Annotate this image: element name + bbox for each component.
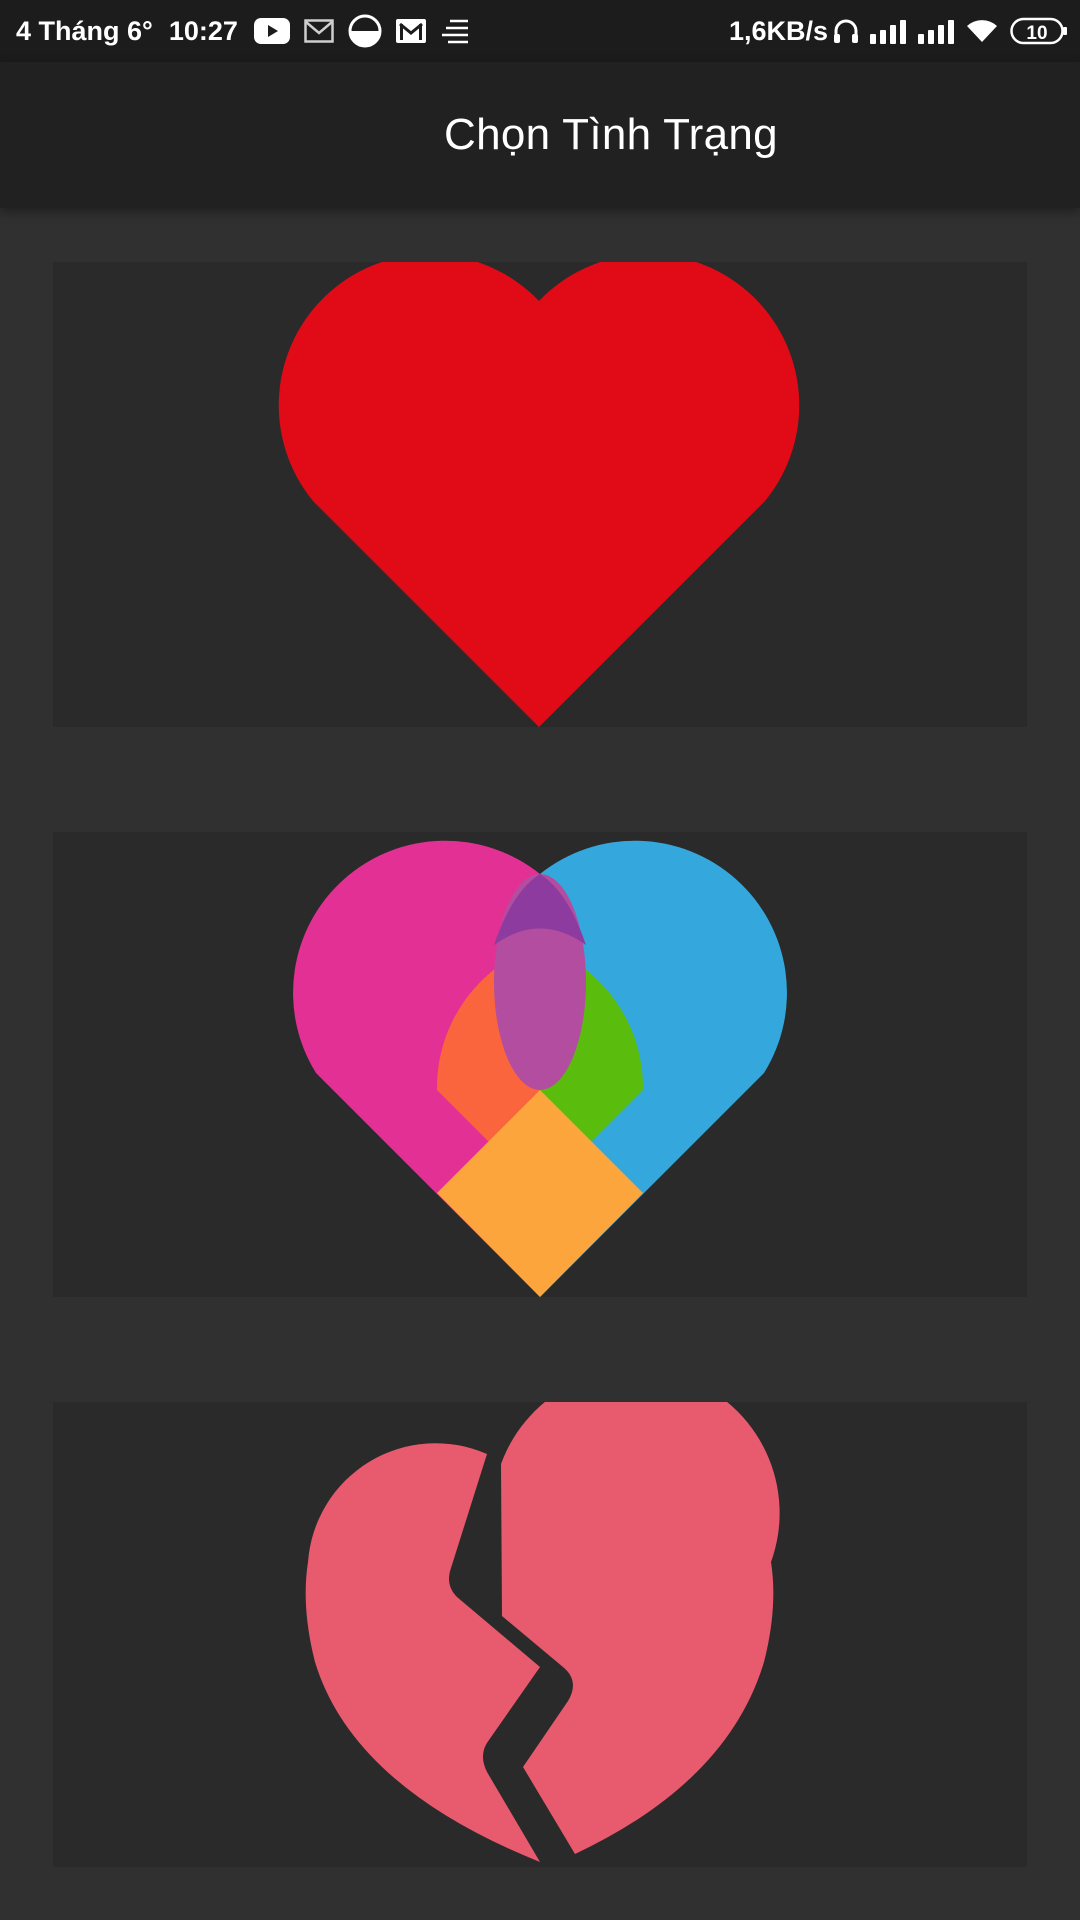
option-card-red-heart[interactable]: [53, 262, 1027, 727]
wifi-icon: [966, 18, 998, 44]
red-heart-icon: [278, 262, 800, 727]
status-date: 4 Tháng 6°: [16, 15, 153, 46]
status-time: 10:27: [168, 15, 238, 46]
gmail-icon: [395, 19, 426, 43]
page-title: Chọn Tình Trạng: [444, 110, 778, 159]
youtube-icon: [253, 18, 290, 44]
option-card-multicolor-heart[interactable]: [53, 832, 1027, 1297]
status-bar: 4 Tháng 6° 10:27 1,6KB/s 10: [0, 0, 1080, 62]
battery-level: 10: [1026, 23, 1047, 44]
signal-icon: [918, 18, 956, 44]
half-circle-icon: [348, 14, 382, 48]
battery-icon: 10: [1010, 17, 1068, 45]
mail-outline-icon: [304, 19, 334, 43]
speed-lines-icon: [440, 18, 470, 44]
broken-heart-icon: [305, 1402, 780, 1862]
multicolor-heart-icon: [293, 840, 787, 1297]
network-speed: 1,6KB/s: [728, 15, 828, 46]
headphones-icon: [832, 17, 860, 45]
option-card-broken-heart[interactable]: [53, 1402, 1027, 1867]
signal-icon: [870, 18, 908, 44]
app-bar: Chọn Tình Trạng: [0, 62, 1080, 208]
